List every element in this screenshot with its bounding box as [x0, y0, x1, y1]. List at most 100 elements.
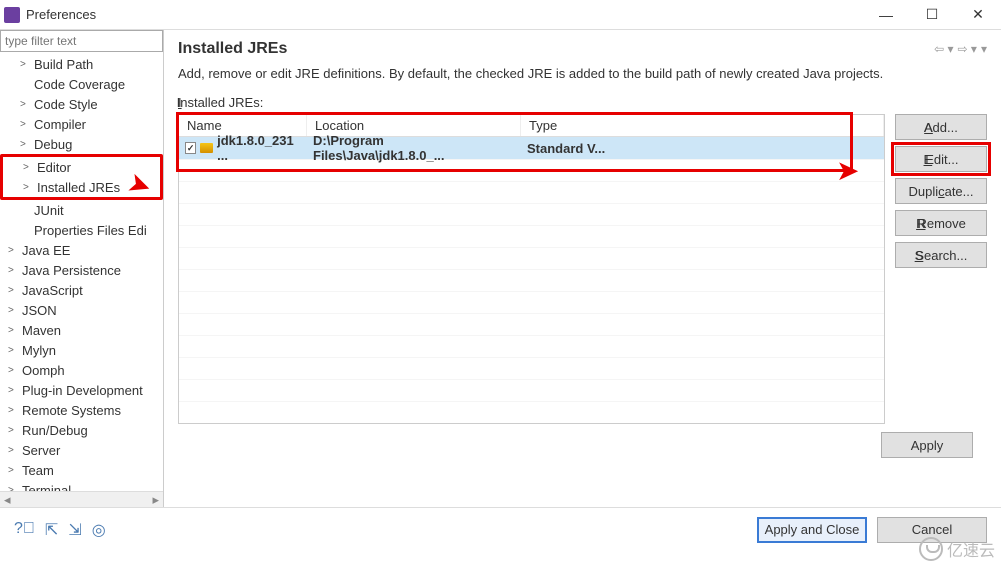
row-location: D:\Program Files\Java\jdk1.8.0_... — [307, 131, 521, 165]
expand-icon[interactable]: > — [23, 162, 35, 173]
col-type[interactable]: Type — [521, 115, 884, 136]
refresh-icon[interactable]: ◎ — [92, 520, 106, 540]
tree-item-label: JUnit — [32, 203, 64, 218]
tree-item-label: Properties Files Edi — [32, 223, 147, 238]
menu-icon[interactable]: ▾ — [981, 42, 987, 56]
help-icon[interactable]: ?⃝ — [14, 520, 35, 540]
preferences-tree: >Build PathCode Coverage>Code Style>Comp… — [0, 52, 163, 491]
tree-item-json[interactable]: >JSON — [0, 300, 163, 320]
expand-icon[interactable]: > — [20, 119, 32, 130]
duplicate-button[interactable]: Duplicate... — [895, 178, 987, 204]
export-icon[interactable]: ⇲ — [68, 520, 81, 540]
tree-item-label: Plug-in Development — [20, 383, 143, 398]
tree-item-label: Code Coverage — [32, 77, 125, 92]
app-icon — [4, 7, 20, 23]
tree-item-run-debug[interactable]: >Run/Debug — [0, 420, 163, 440]
row-name: jdk1.8.0_231 ... — [217, 133, 301, 163]
apply-and-close-button[interactable]: Apply and Close — [757, 517, 867, 543]
tree-item-properties-files-edi[interactable]: Properties Files Edi — [0, 220, 163, 240]
maximize-button[interactable]: ☐ — [909, 0, 955, 30]
tree-item-label: Debug — [32, 137, 72, 152]
expand-icon[interactable]: > — [8, 305, 20, 316]
expand-icon[interactable]: > — [8, 465, 20, 476]
expand-icon[interactable]: > — [20, 59, 32, 70]
expand-icon[interactable]: > — [8, 345, 20, 356]
apply-button[interactable]: Apply — [881, 432, 973, 458]
expand-icon[interactable]: > — [8, 325, 20, 336]
close-button[interactable]: ✕ — [955, 0, 1001, 30]
tree-item-server[interactable]: >Server — [0, 440, 163, 460]
expand-icon[interactable]: > — [8, 265, 20, 276]
page-title: Installed JREs — [178, 40, 287, 58]
search-button[interactable]: SSearch... — [895, 242, 987, 268]
tree-item-plug-in-development[interactable]: >Plug-in Development — [0, 380, 163, 400]
tree-item-label: Terminal — [20, 483, 71, 492]
jre-table: Name Location Type ✓ jdk1.8.0_231 ... D:… — [178, 114, 885, 424]
back-icon[interactable]: ⇦ ▾ — [934, 42, 953, 56]
expand-icon[interactable]: > — [8, 285, 20, 296]
tree-item-compiler[interactable]: >Compiler — [0, 114, 163, 134]
expand-icon[interactable]: > — [8, 365, 20, 376]
titlebar: Preferences — ☐ ✕ — [0, 0, 1001, 30]
sidebar: >Build PathCode Coverage>Code Style>Comp… — [0, 30, 164, 507]
tree-item-label: Server — [20, 443, 60, 458]
page-description: Add, remove or edit JRE definitions. By … — [178, 66, 987, 81]
tree-item-maven[interactable]: >Maven — [0, 320, 163, 340]
tree-item-label: Team — [20, 463, 54, 478]
tree-item-javascript[interactable]: >JavaScript — [0, 280, 163, 300]
row-type: Standard V... — [521, 139, 884, 158]
tree-item-label: Java Persistence — [20, 263, 121, 278]
tree-item-mylyn[interactable]: >Mylyn — [0, 340, 163, 360]
expand-icon[interactable]: > — [20, 99, 32, 110]
tree-item-code-style[interactable]: >Code Style — [0, 94, 163, 114]
expand-icon[interactable]: > — [8, 385, 20, 396]
watermark: 亿速云 — [919, 537, 995, 561]
tree-item-oomph[interactable]: >Oomph — [0, 360, 163, 380]
import-icon[interactable]: ⇱ — [45, 520, 58, 540]
tree-item-label: Remote Systems — [20, 403, 121, 418]
expand-icon[interactable]: > — [8, 245, 20, 256]
forward-icon[interactable]: ⇨ ▾ — [958, 42, 977, 56]
tree-item-label: Mylyn — [20, 343, 56, 358]
tree-item-label: Build Path — [32, 57, 93, 72]
add-button[interactable]: AAdd... — [895, 114, 987, 140]
tree-item-debug[interactable]: >Debug — [0, 134, 163, 154]
tree-item-remote-systems[interactable]: >Remote Systems — [0, 400, 163, 420]
tree-item-label: Maven — [20, 323, 61, 338]
tree-item-label: Code Style — [32, 97, 98, 112]
tree-item-label: Oomph — [20, 363, 65, 378]
expand-icon[interactable]: > — [8, 445, 20, 456]
tree-item-junit[interactable]: JUnit — [0, 200, 163, 220]
tree-item-team[interactable]: >Team — [0, 460, 163, 480]
tree-item-label: Java EE — [20, 243, 70, 258]
annotation-arrow-2: ➤ — [836, 154, 859, 187]
tree-item-label: Compiler — [32, 117, 86, 132]
expand-icon[interactable]: > — [20, 139, 32, 150]
content-panel: Installed JREs ⇦ ▾ ⇨ ▾ ▾ Add, remove or … — [164, 30, 1001, 507]
tree-item-label: Run/Debug — [20, 423, 88, 438]
bottom-bar: ?⃝ ⇱ ⇲ ◎ Apply and Close Cancel — [0, 507, 1001, 551]
tree-item-java-persistence[interactable]: >Java Persistence — [0, 260, 163, 280]
tree-item-label: Editor — [35, 160, 71, 175]
tree-item-code-coverage[interactable]: Code Coverage — [0, 74, 163, 94]
tree-item-label: Installed JREs — [35, 180, 120, 195]
checkbox-icon[interactable]: ✓ — [185, 142, 196, 154]
sidebar-scrollbar[interactable]: ◂▸ — [0, 491, 163, 507]
expand-icon[interactable]: > — [8, 425, 20, 436]
tree-item-label: JSON — [20, 303, 57, 318]
nav-arrows: ⇦ ▾ ⇨ ▾ ▾ — [934, 42, 987, 56]
window-title: Preferences — [26, 7, 96, 22]
tree-item-terminal[interactable]: >Terminal — [0, 480, 163, 491]
tree-item-build-path[interactable]: >Build Path — [0, 54, 163, 74]
filter-input[interactable] — [0, 30, 163, 52]
watermark-icon — [919, 537, 943, 561]
edit-button[interactable]: EEdit... — [895, 146, 987, 172]
table-row[interactable]: ✓ jdk1.8.0_231 ... D:\Program Files\Java… — [179, 137, 884, 159]
minimize-button[interactable]: — — [863, 0, 909, 30]
tree-item-java-ee[interactable]: >Java EE — [0, 240, 163, 260]
tree-item-label: JavaScript — [20, 283, 83, 298]
expand-icon[interactable]: > — [8, 405, 20, 416]
remove-button[interactable]: RRemove — [895, 210, 987, 236]
section-label: IInstalled JREs: — [178, 95, 987, 110]
expand-icon[interactable]: > — [23, 182, 35, 193]
